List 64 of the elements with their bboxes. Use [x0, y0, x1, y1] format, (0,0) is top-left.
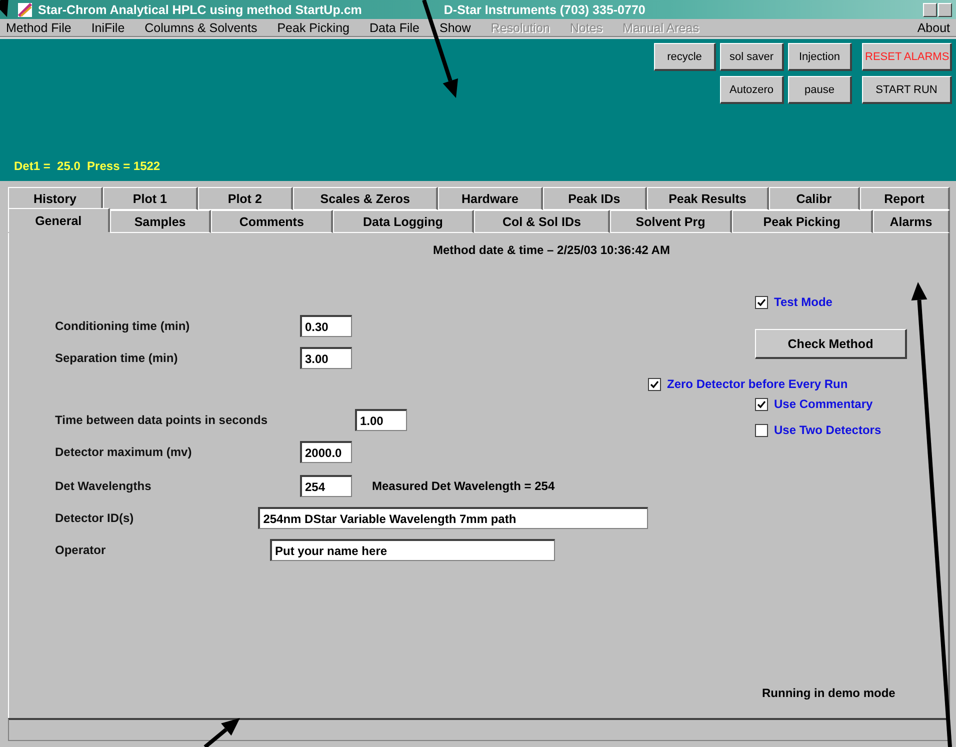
- tab[interactable]: Peak Picking: [732, 210, 873, 233]
- tab[interactable]: Hardware: [438, 187, 543, 210]
- input-field[interactable]: 3.00: [300, 347, 352, 369]
- tab[interactable]: Plot 1: [102, 187, 198, 210]
- tab[interactable]: Solvent Prg: [610, 210, 732, 233]
- detector-readout: Det1 = 25.0 Press = 1522: [14, 159, 162, 173]
- checkbox[interactable]: Use Commentary: [755, 397, 873, 411]
- tab[interactable]: Alarms: [872, 210, 950, 233]
- status-message: Running in demo mode: [762, 686, 896, 700]
- tab[interactable]: Data Logging: [332, 210, 474, 233]
- input-field[interactable]: 1.00: [355, 409, 407, 431]
- tab[interactable]: Col & Sol IDs: [474, 210, 610, 233]
- toolbar-button[interactable]: sol saver: [720, 43, 784, 71]
- field-label: Detector ID(s): [55, 511, 135, 525]
- menu-item[interactable]: Method File: [6, 20, 72, 34]
- tab[interactable]: General: [8, 208, 110, 232]
- field-label: Conditioning time (min): [55, 319, 191, 333]
- menu-item[interactable]: Data File: [369, 20, 420, 34]
- toolbar-button[interactable]: Autozero: [720, 76, 784, 104]
- toolbar-button[interactable]: Injection: [788, 43, 852, 71]
- tab[interactable]: Scales & Zeros: [292, 187, 438, 210]
- measured-wavelength: Measured Det Wavelength = 254: [372, 479, 555, 493]
- checkbox[interactable]: Test Mode: [755, 295, 832, 309]
- field-label: Time between data points in seconds: [55, 413, 268, 427]
- toolbar-button[interactable]: recycle: [654, 43, 716, 71]
- checkbox-box[interactable]: [648, 378, 661, 390]
- menu-item[interactable]: Show: [440, 20, 471, 34]
- checkbox[interactable]: Use Two Detectors: [755, 423, 882, 437]
- checkbox-box[interactable]: [755, 296, 768, 308]
- toolbar-button[interactable]: pause: [788, 76, 852, 104]
- input-field[interactable]: Put your name here: [270, 539, 555, 561]
- app-icon: [18, 2, 32, 16]
- field-label: Separation time (min): [55, 351, 179, 365]
- tab[interactable]: Calibr: [769, 187, 860, 210]
- window-subtitle: D-Star Instruments (703) 335-0770: [444, 2, 646, 16]
- menu-item[interactable]: IniFile: [91, 20, 125, 34]
- input-field[interactable]: 0.30: [300, 315, 352, 337]
- tab[interactable]: Plot 2: [198, 187, 293, 210]
- checkbox-box[interactable]: [755, 398, 768, 410]
- check-method-button[interactable]: Check Method: [755, 329, 907, 359]
- tab[interactable]: Peak IDs: [542, 187, 647, 210]
- tab[interactable]: History: [8, 187, 103, 210]
- tab[interactable]: Comments: [211, 210, 333, 233]
- menu-item[interactable]: About: [917, 20, 950, 34]
- input-field[interactable]: 254nm DStar Variable Wavelength 7mm path: [258, 507, 648, 529]
- tab[interactable]: Samples: [110, 210, 212, 233]
- field-label: Det Wavelengths: [55, 479, 152, 493]
- menu-item[interactable]: Peak Picking: [277, 20, 350, 34]
- tab[interactable]: Peak Results: [646, 187, 770, 210]
- checkbox[interactable]: Zero Detector before Every Run: [648, 377, 848, 391]
- window-title: Star-Chrom Analytical HPLC using method StartUp.cm: [38, 2, 362, 16]
- tab[interactable]: Report: [860, 187, 950, 210]
- field-label: Detector maximum (mv): [55, 445, 193, 459]
- method-date: Method date & time – 2/25/03 10:36:42 AM: [433, 243, 670, 257]
- annotation-arrow: [0, 0, 9, 17]
- menu-item[interactable]: Columns & Solvents: [144, 20, 258, 34]
- field-label: Operator: [55, 543, 107, 557]
- annotation-arrow: [204, 718, 240, 747]
- input-field[interactable]: 2000.0: [300, 441, 352, 463]
- toolbar-button[interactable]: START RUN: [862, 76, 952, 104]
- checkbox-box[interactable]: [755, 424, 768, 436]
- maximize-button[interactable]: [938, 2, 952, 16]
- minimize-button[interactable]: [923, 2, 937, 16]
- input-field[interactable]: 254: [300, 475, 352, 497]
